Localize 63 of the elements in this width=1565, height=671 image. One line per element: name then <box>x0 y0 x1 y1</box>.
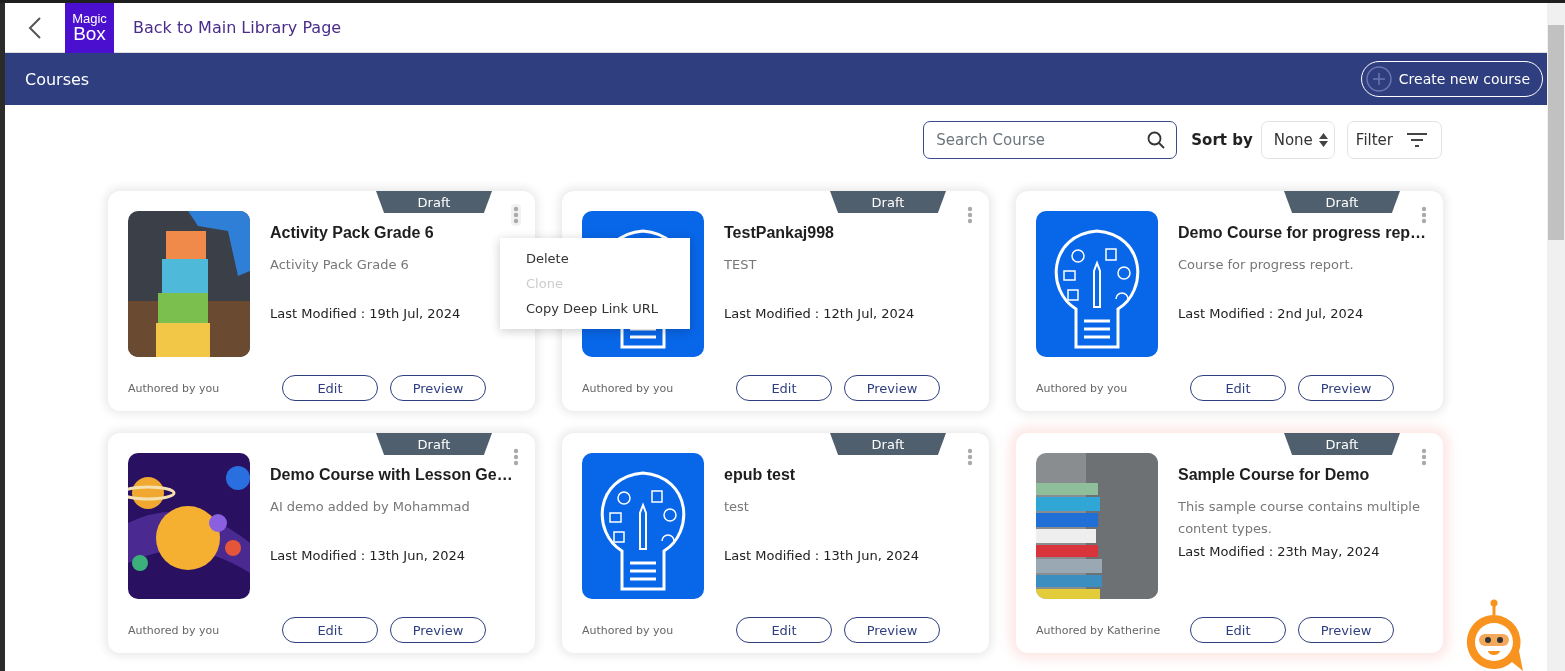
author-text: Authored by you <box>582 623 675 637</box>
author-text: Authored by you <box>1036 381 1129 395</box>
author-text: Authored by Katherine <box>1036 623 1162 637</box>
last-modified: Last Modified : 13th Jun, 2024 <box>270 548 466 563</box>
status-tag: Draft <box>830 191 946 213</box>
filter-icon <box>1407 133 1427 147</box>
course-title: Demo Course for progress rep… <box>1178 224 1427 242</box>
filter-button[interactable]: Filter <box>1346 121 1442 159</box>
preview-button[interactable]: Preview <box>1298 617 1394 643</box>
search-field[interactable]: Search Course <box>923 121 1178 159</box>
more-button[interactable] <box>511 446 521 468</box>
course-title: Activity Pack Grade 6 <box>270 224 435 242</box>
menu-item[interactable]: Delete <box>500 246 690 271</box>
course-title: TestPankaj998 <box>724 224 835 242</box>
status-tag: Draft <box>1284 433 1400 455</box>
author-text: Authored by you <box>582 381 675 395</box>
course-title: epub test <box>724 466 797 484</box>
course-title: Sample Course for Demo <box>1178 466 1371 484</box>
sort-icon <box>1318 133 1328 147</box>
more-button[interactable] <box>1419 446 1429 468</box>
last-modified: Last Modified : 19th Jul, 2024 <box>270 306 462 321</box>
menu-item[interactable]: Copy Deep Link URL <box>500 296 690 321</box>
status-tag: Draft <box>376 433 492 455</box>
more-button[interactable] <box>1419 204 1429 226</box>
preview-button[interactable]: Preview <box>390 617 486 643</box>
last-modified: Last Modified : 12th Jul, 2024 <box>724 306 916 321</box>
preview-button[interactable]: Preview <box>844 617 940 643</box>
sort-select[interactable]: None <box>1260 121 1335 159</box>
status-tag: Draft <box>1284 191 1400 213</box>
author-text: Authored by you <box>128 623 221 637</box>
preview-button[interactable]: Preview <box>844 375 940 401</box>
author-text: Authored by you <box>128 381 221 395</box>
last-modified: Last Modified : 2nd Jul, 2024 <box>1178 306 1365 321</box>
plus-circle-icon <box>1364 65 1393 93</box>
more-button[interactable] <box>965 204 975 226</box>
last-modified: Last Modified : 23th May, 2024 <box>1178 544 1381 559</box>
status-tag: Draft <box>376 191 492 213</box>
preview-button[interactable]: Preview <box>390 375 486 401</box>
edit-button[interactable]: Edit <box>736 375 832 401</box>
page-title: Courses <box>25 69 90 89</box>
last-modified: Last Modified : 13th Jun, 2024 <box>724 548 920 563</box>
edit-button[interactable]: Edit <box>282 375 378 401</box>
edit-button[interactable]: Edit <box>1190 617 1286 643</box>
course-description: AI demo added by Mohammad <box>270 498 471 516</box>
search-icon <box>1147 131 1166 149</box>
course-description: test <box>724 498 750 516</box>
more-button[interactable] <box>511 204 521 226</box>
back-link[interactable]: Back to Main Library Page <box>133 18 342 37</box>
course-description: Activity Pack Grade 6 <box>270 256 410 274</box>
preview-button[interactable]: Preview <box>1298 375 1394 401</box>
edit-button[interactable]: Edit <box>736 617 832 643</box>
sort-label: Sort by <box>1191 131 1253 149</box>
course-description: TEST <box>724 256 758 274</box>
logo: Magic Box <box>65 3 114 53</box>
more-button[interactable] <box>965 446 975 468</box>
course-description: This sample course contains multiple content types. <box>1178 498 1421 538</box>
status-tag: Draft <box>830 433 946 455</box>
course-title: Demo Course with Lesson Ge… <box>270 466 514 484</box>
chevron-left-icon <box>27 15 43 40</box>
edit-button[interactable]: Edit <box>1190 375 1286 401</box>
edit-button[interactable]: Edit <box>282 617 378 643</box>
scrollbar-thumb[interactable] <box>1548 25 1564 240</box>
course-description: Course for progress report. <box>1178 256 1355 274</box>
